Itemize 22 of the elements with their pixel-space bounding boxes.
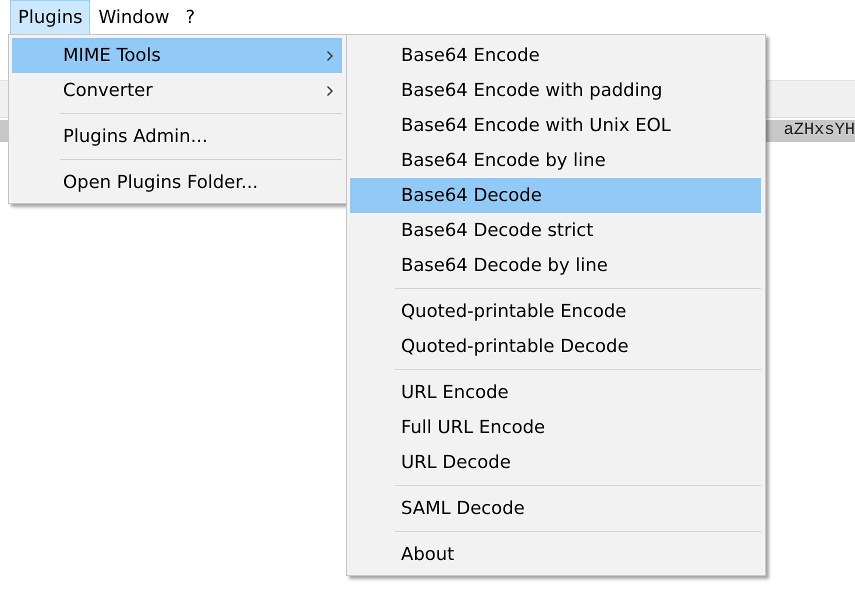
- menu-item[interactable]: SAML Decode: [350, 491, 761, 526]
- menu-item[interactable]: Base64 Encode: [350, 38, 761, 73]
- menu-item[interactable]: MIME Tools: [12, 38, 342, 73]
- menu-item[interactable]: Base64 Decode strict: [350, 213, 761, 248]
- menu-item[interactable]: Base64 Decode by line: [350, 248, 761, 283]
- menu-item[interactable]: Full URL Encode: [350, 410, 761, 445]
- menu-item[interactable]: Base64 Encode with padding: [350, 73, 761, 108]
- editor-text: aZHxsYH: [784, 120, 855, 142]
- menu-item[interactable]: Base64 Decode: [350, 178, 761, 213]
- menu-bar-item[interactable]: Window: [90, 0, 178, 35]
- menu-bar-item[interactable]: Plugins: [10, 0, 90, 35]
- menu-item[interactable]: About: [350, 537, 761, 572]
- menu-item[interactable]: Base64 Encode with Unix EOL: [350, 108, 761, 143]
- menu-bar-item[interactable]: ?: [177, 0, 204, 35]
- menu-item[interactable]: URL Decode: [350, 445, 761, 480]
- menu-item[interactable]: Converter: [12, 73, 342, 108]
- menu-item[interactable]: URL Encode: [350, 375, 761, 410]
- menu-item[interactable]: Quoted-printable Decode: [350, 329, 761, 364]
- menu-item[interactable]: Open Plugins Folder...: [12, 165, 342, 200]
- menu-item[interactable]: Quoted-printable Encode: [350, 294, 761, 329]
- menu-item[interactable]: Plugins Admin...: [12, 119, 342, 154]
- menu-item[interactable]: Base64 Encode by line: [350, 143, 761, 178]
